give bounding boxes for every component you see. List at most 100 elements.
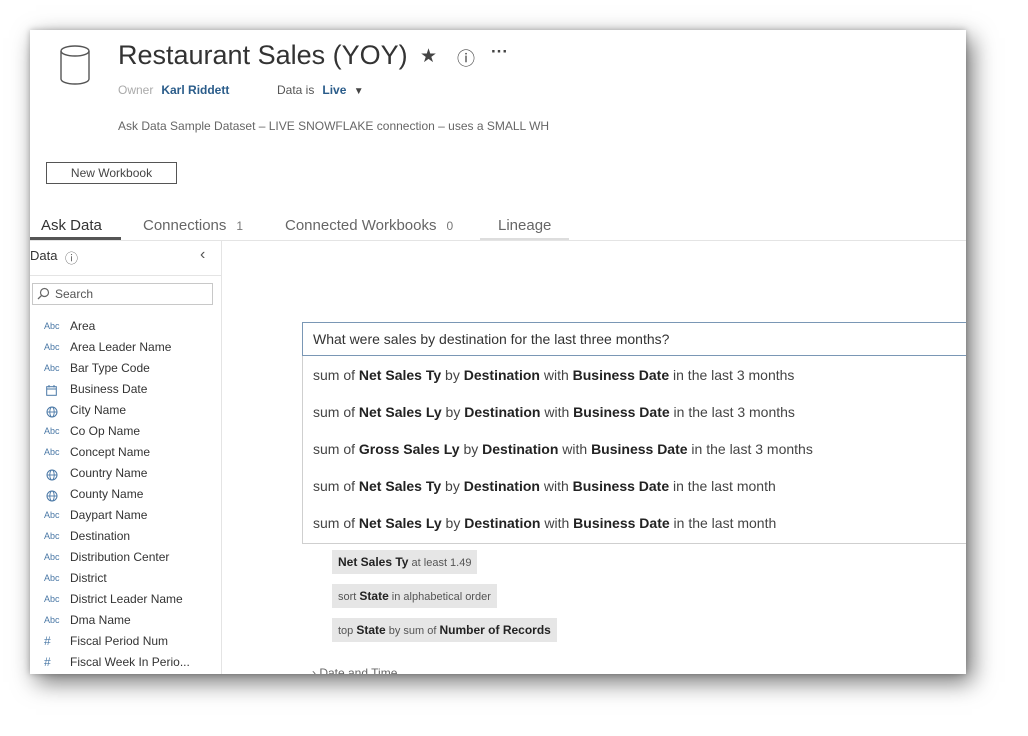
string-type-icon: Abc [44,573,60,583]
field-token: Number of Records [439,623,551,637]
ask-data-query-box [302,322,966,356]
info-icon[interactable]: ⓘ [65,248,78,267]
query-text: by [441,367,464,383]
suggestion-item[interactable]: sum of Net Sales Ly by Destination with … [303,504,966,541]
tab-ask-data[interactable]: Ask Data [30,217,121,240]
field-name: District [70,571,107,585]
tab-label: Ask Data [41,217,102,234]
number-type-icon: # [44,655,51,669]
field-name: County Name [70,487,144,501]
data-pane-title: Data [30,248,58,263]
collapse-pane-icon[interactable]: ‹ [200,246,205,264]
field-token: Business Date [573,404,670,420]
query-text: sum of [313,404,359,420]
query-text: by [441,478,464,494]
suggestion-item[interactable]: sum of Gross Sales Ly by Destination wit… [303,430,966,467]
star-icon[interactable]: ★ [420,45,437,68]
suggestion-item[interactable]: sum of Net Sales Ty by Destination with … [303,467,966,504]
query-text: with [539,478,573,494]
query-text: sum of [313,441,359,457]
query-text: in alphabetical order [388,591,491,603]
owner-label: Owner [118,83,154,97]
query-text: by sum of [385,625,440,637]
field-name: District Leader Name [70,592,183,606]
string-type-icon: Abc [44,426,60,436]
owner-link[interactable]: Karl Riddett [161,83,229,97]
recommendation-pill[interactable]: top State by sum of Number of Records [332,618,557,642]
field-search [32,283,213,305]
field-name: Business Date [70,382,148,396]
field-name: Daypart Name [70,508,148,522]
query-text: with [558,441,592,457]
tab-label: Connections [143,217,227,234]
info-icon[interactable]: ⓘ [457,45,475,71]
suggestion-list: sum of Net Sales Ty by Destination with … [302,356,966,544]
more-options-icon[interactable]: ··· [491,42,508,62]
database-icon [58,44,92,86]
section-date-and-time[interactable]: › Date and Time [312,666,397,674]
query-text: in the last 3 months [669,404,795,420]
field-token: Net Sales Ty [358,478,442,494]
tab-count: 0 [446,219,454,233]
tab-label: Lineage [498,217,552,234]
owner-info: Owner Karl Riddett [118,83,229,97]
recommendation-pill[interactable]: sort State in alphabetical order [332,584,497,608]
field-token: Net Sales Ly [358,404,442,420]
query-text: with [540,404,574,420]
string-type-icon: Abc [44,552,60,562]
number-type-icon: # [44,634,51,648]
recommendation-pill[interactable]: Net Sales Ty at least 1.49 [332,550,478,574]
query-text: with [540,515,574,531]
field-name: Concept Name [70,445,151,459]
field-token: Destination [464,404,541,420]
query-text: in the last 3 months [687,441,813,457]
field-token: Net Sales Ty [358,367,442,383]
tab-bar: Ask Data Connections 1 Connected Workbook… [30,214,966,241]
tab-connected-workbooks[interactable]: Connected Workbooks 0 [285,217,453,239]
data-source-description: Ask Data Sample Dataset – LIVE SNOWFLAKE… [118,119,550,133]
field-token: Destination [463,478,540,494]
field-token: Destination [482,441,559,457]
query-text: sum of [313,367,359,383]
field-name: Destination [70,529,131,543]
data-mode-dropdown[interactable]: Live ▼ [322,83,363,97]
data-mode-info: Data is Live ▼ [277,83,364,97]
field-name: Country Name [70,466,148,480]
query-input[interactable] [313,323,953,355]
query-text: in the last month [669,515,777,531]
field-token: Gross Sales Ly [358,441,460,457]
data-source-page: Restaurant Sales (YOY) ★ ⓘ ··· Owner Karl… [30,30,966,674]
search-input[interactable] [55,284,205,304]
query-text: in the last month [669,478,776,494]
query-text: at least 1.49 [408,557,472,569]
tab-count: 1 [236,219,244,233]
tab-connections[interactable]: Connections 1 [143,217,243,239]
string-type-icon: Abc [44,531,60,541]
divider [30,275,221,276]
field-name: Co Op Name [70,424,141,438]
field-token: State [359,589,389,603]
new-workbook-button[interactable]: New Workbook [46,162,177,184]
field-token: Net Sales Ty [338,555,409,569]
query-text: in the last 3 months [669,367,795,383]
string-type-icon: Abc [44,342,60,352]
field-name: Area [70,319,96,333]
query-text: with [539,367,573,383]
page-title: Restaurant Sales (YOY) [118,40,408,70]
data-mode-value: Live [322,83,347,97]
data-is-label: Data is [277,83,315,97]
field-name: Bar Type Code [70,361,150,375]
string-type-icon: Abc [44,615,60,625]
string-type-icon: Abc [44,363,60,373]
field-token: Destination [463,367,540,383]
chevron-down-icon: ▼ [353,86,364,97]
query-text: sort [338,591,360,603]
query-text: by [459,441,483,457]
suggestion-item[interactable]: sum of Net Sales Ty by Destination with … [303,356,966,393]
suggestion-item[interactable]: sum of Net Sales Ly by Destination with … [303,393,966,430]
field-token: State [356,623,386,637]
field-token: Net Sales Ly [358,515,442,531]
tab-lineage[interactable]: Lineage [479,217,570,240]
data-pane: Data ⓘ ‹ Abc Area Abc Area Leader Name Abc Ba… [30,241,222,674]
query-text: top [338,625,357,637]
